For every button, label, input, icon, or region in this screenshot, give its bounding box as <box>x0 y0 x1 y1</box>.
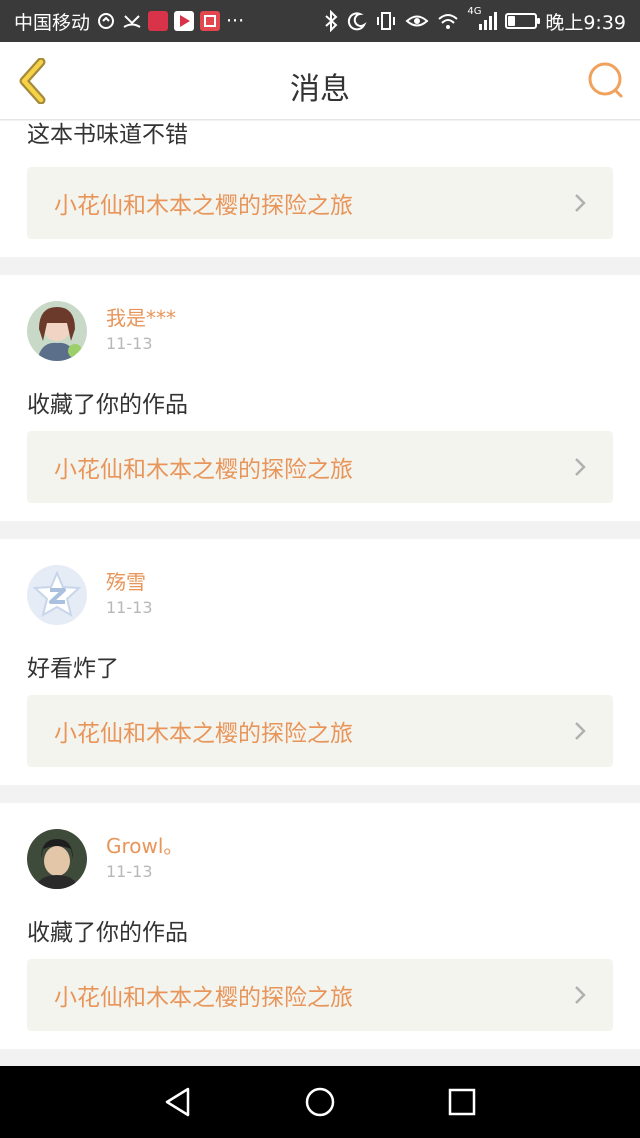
avatar[interactable] <box>27 829 87 889</box>
more-notifications-icon: ··· <box>226 10 245 32</box>
reader-app-icon <box>200 11 221 31</box>
status-bar: 中国移动 ··· 4G 晚上9:39 <box>0 0 640 42</box>
circle-home-icon <box>305 1087 335 1117</box>
work-link-button[interactable]: 小花仙和木本之樱的探险之旅 <box>27 695 613 767</box>
card-spacer <box>27 767 613 785</box>
anime-girl-avatar-icon <box>27 301 87 361</box>
status-left: 中国移动 ··· <box>14 8 244 35</box>
carrier-label: 中国移动 <box>14 11 91 34</box>
message-text: 收藏了你的作品 <box>27 920 188 946</box>
username[interactable]: Growl。 <box>106 833 183 859</box>
message-date: 11-13 <box>106 862 153 881</box>
message-text: 收藏了你的作品 <box>27 392 188 418</box>
vibrate-icon <box>377 12 396 30</box>
search-button[interactable] <box>586 60 626 100</box>
moon-icon <box>348 12 367 31</box>
work-title: 小花仙和木本之樱的探险之旅 <box>54 721 353 747</box>
clock: 晚上9:39 <box>545 11 626 34</box>
work-title: 小花仙和木本之樱的探险之旅 <box>54 457 353 483</box>
eye-icon <box>405 15 429 27</box>
avatar[interactable] <box>27 301 87 361</box>
message-date: 11-13 <box>106 334 153 353</box>
message-meta: 殇雪 11-13 <box>106 569 153 621</box>
message-card: 殇雪 11-13 好看炸了 小花仙和木本之樱的探险之旅 <box>0 539 640 785</box>
battery-icon <box>505 13 541 29</box>
chevron-right-icon <box>575 986 586 1004</box>
cellular-signal: 4G <box>467 6 498 32</box>
triangle-back-icon <box>165 1087 190 1117</box>
signal-icon <box>479 12 498 30</box>
square-recents-icon <box>448 1088 476 1116</box>
message-text: 这本书味道不错 <box>27 122 188 148</box>
message-list[interactable]: 这本书味道不错 小花仙和木本之樱的探险之旅 我是*** 11-13 收藏了你的作… <box>0 121 640 1066</box>
status-right: 4G 晚上9:39 <box>323 6 626 35</box>
message-card: 这本书味道不错 小花仙和木本之樱的探险之旅 <box>0 121 640 257</box>
nav-home-key[interactable] <box>302 1084 338 1120</box>
battery-fill <box>508 16 516 26</box>
chevron-right-icon <box>575 722 586 740</box>
card-spacer <box>27 503 613 521</box>
title-bar: 消息 <box>0 42 640 120</box>
username[interactable]: 我是*** <box>106 305 176 331</box>
nav-recents-key[interactable] <box>444 1084 480 1120</box>
sync-icon <box>98 13 115 29</box>
wifi-icon <box>438 14 458 29</box>
bluetooth-icon <box>325 10 338 32</box>
chevron-right-icon <box>575 194 586 212</box>
work-link-button[interactable]: 小花仙和木本之樱的探险之旅 <box>27 431 613 503</box>
video-app-icon <box>174 11 195 31</box>
nav-back-key[interactable] <box>160 1084 196 1120</box>
card-spacer <box>27 1031 613 1049</box>
message-meta: Growl。 11-13 <box>106 833 183 885</box>
username[interactable]: 殇雪 <box>106 569 153 595</box>
work-title: 小花仙和木本之樱的探险之旅 <box>54 985 353 1011</box>
message-header: 我是*** 11-13 <box>27 275 613 361</box>
avatar[interactable] <box>27 565 87 625</box>
message-card: Growl。 11-13 收藏了你的作品 小花仙和木本之樱的探险之旅 <box>0 803 640 1049</box>
card-spacer <box>27 239 613 257</box>
page-title: 消息 <box>290 72 350 107</box>
work-link-button[interactable]: 小花仙和木本之樱的探险之旅 <box>27 167 613 239</box>
system-nav-bar <box>0 1066 640 1138</box>
huawei-app-icon <box>148 11 169 31</box>
chevron-right-icon <box>575 458 586 476</box>
search-icon <box>588 62 623 98</box>
work-title: 小花仙和木本之樱的探险之旅 <box>54 193 353 219</box>
message-header: Growl。 11-13 <box>27 803 613 889</box>
message-header: 殇雪 11-13 <box>27 539 613 625</box>
missed-call-icon <box>123 15 141 28</box>
message-date: 11-13 <box>106 598 153 617</box>
work-link-button[interactable]: 小花仙和木本之樱的探险之旅 <box>27 959 613 1031</box>
default-star-avatar-icon <box>27 565 87 625</box>
app-root: 中国移动 ··· 4G 晚上9:39 消息 这本书味道不错 小花仙和木本之樱的探… <box>0 0 640 1138</box>
message-card: 我是*** 11-13 收藏了你的作品 小花仙和木本之樱的探险之旅 <box>0 275 640 521</box>
person-photo-avatar-icon <box>27 829 87 889</box>
message-text: 好看炸了 <box>27 656 119 682</box>
message-meta: 我是*** 11-13 <box>106 305 176 357</box>
